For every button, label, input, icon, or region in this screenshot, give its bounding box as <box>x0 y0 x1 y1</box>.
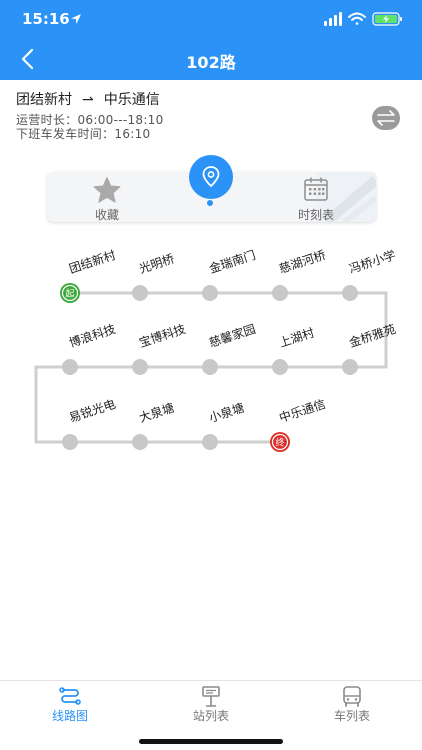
bus-stop-sign-icon <box>202 686 220 707</box>
favorite-button[interactable]: 收藏 <box>47 172 167 222</box>
stop-marker[interactable] <box>342 285 358 301</box>
stop-marker[interactable] <box>202 285 218 301</box>
swap-direction-button[interactable] <box>372 106 400 130</box>
direction-arrow: ⇀ <box>82 92 94 108</box>
header-bar: 15:16 102路 <box>0 0 422 80</box>
swap-icon <box>377 110 395 126</box>
route-direction: 团结新村 ⇀ 中乐通信 <box>16 89 160 109</box>
map-pin-icon <box>202 166 220 188</box>
battery-icon <box>372 12 402 26</box>
page-title: 102路 <box>186 53 236 72</box>
tab-route-map[interactable]: 线路图 <box>0 681 140 731</box>
status-time: 15:16 <box>22 10 70 28</box>
pin-dot <box>207 200 213 206</box>
location-arrow-icon <box>71 14 81 24</box>
stop-badge-text: 终 <box>275 437 284 449</box>
tab-stop-list[interactable]: 站列表 <box>141 681 281 731</box>
stop-marker[interactable] <box>202 359 218 375</box>
stop-marker[interactable] <box>342 359 358 375</box>
stop-marker[interactable] <box>62 434 78 450</box>
route-terminus: 中乐通信 <box>103 92 160 108</box>
schedule-label: 时刻表 <box>297 208 334 222</box>
stop-marker[interactable] <box>132 285 148 301</box>
calendar-icon <box>304 177 328 201</box>
locate-button[interactable] <box>189 155 233 199</box>
home-indicator <box>139 739 283 744</box>
route-icon <box>59 687 81 705</box>
stop-marker[interactable] <box>62 359 78 375</box>
status-icons <box>324 12 402 26</box>
tab-label: 线路图 <box>51 709 88 723</box>
bus-icon <box>343 686 361 707</box>
stop-marker[interactable] <box>272 285 288 301</box>
stop-marker[interactable] <box>202 434 218 450</box>
signal-icon <box>324 12 342 26</box>
favorite-label: 收藏 <box>94 208 119 222</box>
stop-badge-text: 起 <box>65 289 74 300</box>
route-origin: 团结新村 <box>16 92 72 108</box>
stop-marker[interactable] <box>272 359 288 375</box>
star-icon <box>93 177 121 203</box>
last-departure: 下班车发车时间：16:10 <box>16 127 151 141</box>
schedule-button[interactable]: 时刻表 <box>256 172 376 222</box>
stop-marker[interactable] <box>132 434 148 450</box>
tab-bus-list[interactable]: 车列表 <box>282 681 422 731</box>
stop-marker[interactable] <box>132 359 148 375</box>
tab-label: 站列表 <box>192 709 229 723</box>
wifi-icon <box>348 12 366 25</box>
tab-label: 车列表 <box>333 709 370 723</box>
